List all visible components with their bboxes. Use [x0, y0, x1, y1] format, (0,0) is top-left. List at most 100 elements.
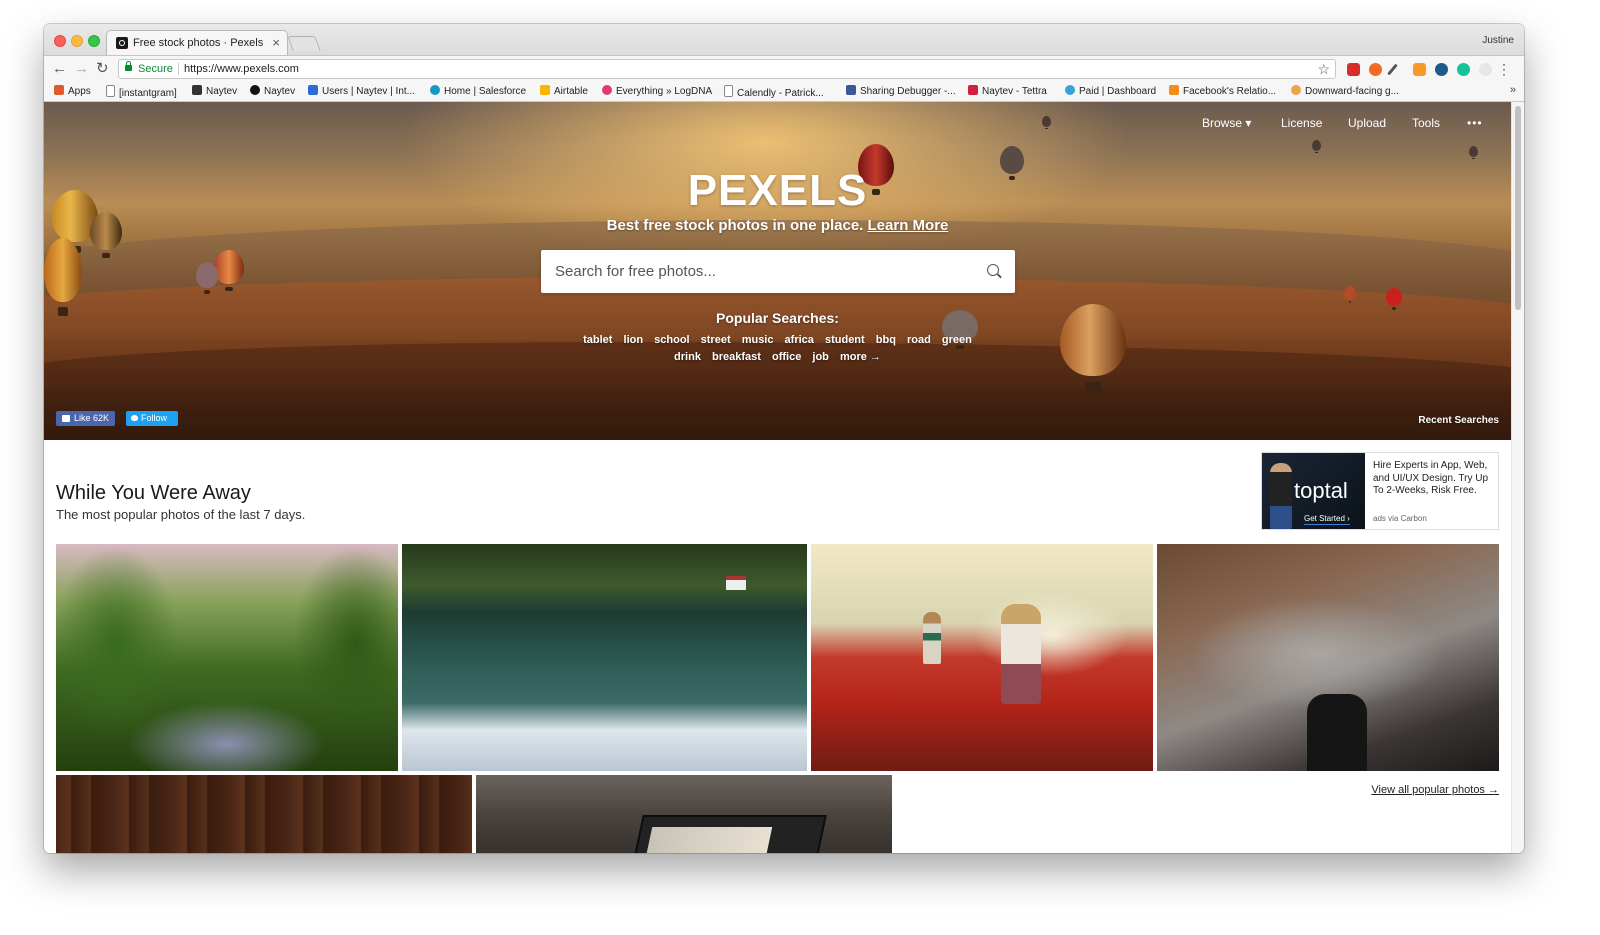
popular-searches-row-1: tablet lion school street music africa s…	[44, 334, 1511, 346]
balloon-image	[214, 250, 244, 292]
popular-search-link[interactable]: office	[772, 351, 801, 363]
photo-lake-reflection[interactable]	[402, 544, 807, 771]
carbon-ad[interactable]: toptal Get Started › Hire Experts in App…	[1261, 452, 1499, 530]
window-minimize-button[interactable]	[71, 35, 83, 47]
photo-kids-tulips[interactable]	[811, 544, 1153, 771]
popular-search-link[interactable]: tablet	[583, 334, 612, 346]
extension-heart-icon[interactable]	[1479, 63, 1492, 76]
photo-willow-river[interactable]	[56, 544, 398, 771]
bookmark-instantgram[interactable]: [instantgram]	[106, 85, 177, 99]
bookmarks-overflow-icon[interactable]: »	[1510, 84, 1516, 96]
url-text[interactable]: https://www.pexels.com	[184, 63, 299, 75]
hero-tagline: Best free stock photos in one place. Lea…	[44, 217, 1511, 234]
naytev-icon	[192, 85, 202, 95]
popular-search-link[interactable]: drink	[674, 351, 701, 363]
bookmark-salesforce[interactable]: Home | Salesforce	[430, 85, 526, 97]
balloon-image	[1042, 116, 1051, 130]
address-bar[interactable]: Secure https://www.pexels.com ☆	[118, 59, 1336, 79]
popular-search-link[interactable]: africa	[785, 334, 814, 346]
bookmark-naytev[interactable]: Naytev	[192, 85, 237, 97]
bookmark-airtable[interactable]: Airtable	[540, 85, 588, 97]
search-input[interactable]	[555, 250, 975, 293]
bookmark-facebook-relations[interactable]: Facebook's Relatio...	[1169, 85, 1276, 97]
window-maximize-button[interactable]	[88, 35, 100, 47]
twitter-follow-button[interactable]: Follow	[126, 411, 178, 426]
bookmark-tettra[interactable]: Naytev - Tettra	[968, 85, 1047, 97]
popular-search-link[interactable]: road	[907, 334, 931, 346]
popular-search-link[interactable]: music	[742, 334, 774, 346]
balloon-image	[196, 262, 218, 294]
section-subtitle: The most popular photos of the last 7 da…	[56, 507, 306, 522]
bookmark-paid-dashboard[interactable]: Paid | Dashboard	[1065, 85, 1156, 97]
popular-search-link[interactable]: job	[812, 351, 829, 363]
photo-glass-floor-city[interactable]	[1157, 544, 1499, 771]
rss-icon[interactable]	[1413, 63, 1426, 76]
hero-banner: Browse ▾ License Upload Tools ••• PEXELS…	[44, 102, 1511, 440]
popular-search-link[interactable]: street	[701, 334, 731, 346]
scrollbar-thumb[interactable]	[1515, 106, 1521, 310]
tab-pexels[interactable]: Free stock photos · Pexels ×	[106, 30, 288, 55]
nav-upload[interactable]: Upload	[1348, 116, 1386, 130]
extension-red-icon[interactable]	[1347, 63, 1360, 76]
bookmark-intercom-users[interactable]: Users | Naytev | Int...	[308, 85, 415, 97]
learn-more-link[interactable]: Learn More	[868, 217, 949, 234]
view-all-popular-link[interactable]: View all popular photos →	[1371, 784, 1499, 796]
pexels-logo[interactable]: PEXELS	[44, 166, 1511, 216]
logdna-icon	[602, 85, 612, 95]
facebook-like-button[interactable]: Like 62K	[56, 411, 115, 426]
ad-image[interactable]: toptal Get Started ›	[1262, 453, 1365, 529]
popular-search-link[interactable]: student	[825, 334, 865, 346]
nav-more-icon[interactable]: •••	[1467, 116, 1483, 130]
nav-tools[interactable]: Tools	[1412, 116, 1440, 130]
page-content: Browse ▾ License Upload Tools ••• PEXELS…	[44, 102, 1511, 853]
search-icon[interactable]	[987, 264, 999, 276]
popular-search-link[interactable]: lion	[624, 334, 644, 346]
extension-orange-icon[interactable]	[1369, 63, 1382, 76]
bookmark-star-icon[interactable]: ☆	[1317, 61, 1330, 78]
apps-grid-icon	[54, 85, 64, 95]
nav-browse[interactable]: Browse ▾	[1202, 116, 1251, 130]
bookmark-calendly[interactable]: Calendly - Patrick...	[724, 85, 824, 99]
balloon-image	[1469, 146, 1478, 160]
dog-icon	[1291, 85, 1301, 95]
photo-wood-texture[interactable]	[56, 775, 472, 853]
lock-icon	[125, 61, 132, 71]
nav-license[interactable]: License	[1281, 116, 1322, 130]
profile-name[interactable]: Justine	[1482, 35, 1514, 46]
bookmark-sharing-debugger[interactable]: Sharing Debugger -...	[846, 85, 956, 97]
grammarly-icon[interactable]	[1457, 63, 1470, 76]
popular-search-link[interactable]: breakfast	[712, 351, 761, 363]
ad-copy[interactable]: Hire Experts in App, Web, and UI/UX Desi…	[1373, 460, 1495, 498]
ad-get-started[interactable]: Get Started ›	[1304, 514, 1350, 525]
pexels-favicon-icon	[116, 37, 128, 49]
salesforce-icon	[430, 85, 440, 95]
bookmark-logdna[interactable]: Everything » LogDNA	[602, 85, 712, 97]
extension-pen-icon[interactable]	[1387, 63, 1398, 76]
window-close-button[interactable]	[54, 35, 66, 47]
browser-menu-icon[interactable]: ⋮	[1497, 61, 1511, 77]
popular-search-link[interactable]: bbq	[876, 334, 896, 346]
browser-window: Free stock photos · Pexels × Justine ← →…	[44, 24, 1524, 853]
page-scrollbar[interactable]	[1511, 102, 1524, 853]
back-arrow-icon[interactable]: ←	[52, 61, 67, 77]
extension-shield-icon[interactable]	[1435, 63, 1448, 76]
new-tab-button[interactable]	[287, 36, 321, 51]
paid-icon	[1065, 85, 1075, 95]
bookmark-downward-facing[interactable]: Downward-facing g...	[1291, 85, 1399, 97]
ads-via-carbon[interactable]: ads via Carbon	[1373, 514, 1427, 523]
recent-searches-link[interactable]: Recent Searches	[1418, 415, 1499, 426]
page-icon	[106, 85, 115, 97]
more-searches-link[interactable]: more →	[840, 351, 881, 363]
popular-search-link[interactable]: school	[654, 334, 689, 346]
forward-arrow-icon[interactable]: →	[74, 61, 89, 77]
balloon-image	[1386, 288, 1402, 310]
popular-search-link[interactable]: green	[942, 334, 972, 346]
popular-searches-title: Popular Searches:	[716, 310, 839, 326]
bookmark-naytev-github[interactable]: Naytev	[250, 85, 295, 97]
tab-close-icon[interactable]: ×	[272, 35, 280, 50]
photo-laptop-desk[interactable]	[476, 775, 892, 853]
bookmark-apps[interactable]: Apps	[54, 85, 91, 97]
tab-title: Free stock photos · Pexels	[133, 37, 264, 49]
browser-toolbar: ← → ↻ Secure https://www.pexels.com ☆ ⋮	[44, 55, 1524, 83]
reload-icon[interactable]: ↻	[96, 61, 109, 77]
